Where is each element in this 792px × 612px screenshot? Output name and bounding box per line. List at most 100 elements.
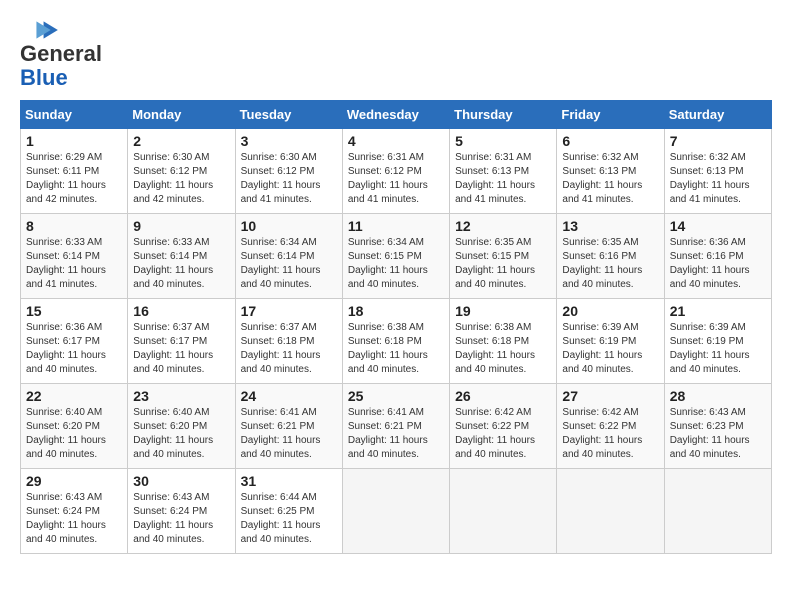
- day-info: Sunrise: 6:39 AMSunset: 6:19 PMDaylight:…: [670, 322, 750, 375]
- calendar-cell: 12 Sunrise: 6:35 AMSunset: 6:15 PMDaylig…: [450, 214, 557, 299]
- calendar-cell: 13 Sunrise: 6:35 AMSunset: 6:16 PMDaylig…: [557, 214, 664, 299]
- day-info: Sunrise: 6:34 AMSunset: 6:14 PMDaylight:…: [241, 237, 321, 290]
- calendar-header-row: SundayMondayTuesdayWednesdayThursdayFrid…: [21, 101, 772, 129]
- calendar-cell: 2 Sunrise: 6:30 AMSunset: 6:12 PMDayligh…: [128, 129, 235, 214]
- calendar-cell: 4 Sunrise: 6:31 AMSunset: 6:12 PMDayligh…: [342, 129, 449, 214]
- calendar-week-4: 22 Sunrise: 6:40 AMSunset: 6:20 PMDaylig…: [21, 384, 772, 469]
- day-info: Sunrise: 6:38 AMSunset: 6:18 PMDaylight:…: [348, 322, 428, 375]
- calendar-cell: [342, 469, 449, 554]
- day-info: Sunrise: 6:40 AMSunset: 6:20 PMDaylight:…: [26, 407, 106, 460]
- calendar-cell: 21 Sunrise: 6:39 AMSunset: 6:19 PMDaylig…: [664, 299, 771, 384]
- day-info: Sunrise: 6:39 AMSunset: 6:19 PMDaylight:…: [562, 322, 642, 375]
- day-info: Sunrise: 6:33 AMSunset: 6:14 PMDaylight:…: [26, 237, 106, 290]
- day-info: Sunrise: 6:31 AMSunset: 6:13 PMDaylight:…: [455, 152, 535, 205]
- day-info: Sunrise: 6:40 AMSunset: 6:20 PMDaylight:…: [133, 407, 213, 460]
- calendar-cell: 15 Sunrise: 6:36 AMSunset: 6:17 PMDaylig…: [21, 299, 128, 384]
- logo-icon: [20, 20, 60, 40]
- page-header: GeneralBlue: [20, 20, 772, 90]
- day-number: 1: [26, 133, 122, 149]
- calendar-week-2: 8 Sunrise: 6:33 AMSunset: 6:14 PMDayligh…: [21, 214, 772, 299]
- day-info: Sunrise: 6:33 AMSunset: 6:14 PMDaylight:…: [133, 237, 213, 290]
- day-number: 17: [241, 303, 337, 319]
- day-number: 9: [133, 218, 229, 234]
- day-info: Sunrise: 6:37 AMSunset: 6:17 PMDaylight:…: [133, 322, 213, 375]
- calendar-week-3: 15 Sunrise: 6:36 AMSunset: 6:17 PMDaylig…: [21, 299, 772, 384]
- calendar-cell: 1 Sunrise: 6:29 AMSunset: 6:11 PMDayligh…: [21, 129, 128, 214]
- day-number: 13: [562, 218, 658, 234]
- calendar-cell: 17 Sunrise: 6:37 AMSunset: 6:18 PMDaylig…: [235, 299, 342, 384]
- calendar-cell: 10 Sunrise: 6:34 AMSunset: 6:14 PMDaylig…: [235, 214, 342, 299]
- day-number: 23: [133, 388, 229, 404]
- calendar-cell: 16 Sunrise: 6:37 AMSunset: 6:17 PMDaylig…: [128, 299, 235, 384]
- day-number: 31: [241, 473, 337, 489]
- calendar-week-1: 1 Sunrise: 6:29 AMSunset: 6:11 PMDayligh…: [21, 129, 772, 214]
- day-number: 4: [348, 133, 444, 149]
- day-info: Sunrise: 6:42 AMSunset: 6:22 PMDaylight:…: [455, 407, 535, 460]
- day-number: 7: [670, 133, 766, 149]
- calendar-cell: 23 Sunrise: 6:40 AMSunset: 6:20 PMDaylig…: [128, 384, 235, 469]
- calendar-cell: 3 Sunrise: 6:30 AMSunset: 6:12 PMDayligh…: [235, 129, 342, 214]
- calendar-cell: 29 Sunrise: 6:43 AMSunset: 6:24 PMDaylig…: [21, 469, 128, 554]
- logo: GeneralBlue: [20, 20, 102, 90]
- day-info: Sunrise: 6:43 AMSunset: 6:24 PMDaylight:…: [26, 492, 106, 545]
- day-number: 12: [455, 218, 551, 234]
- col-header-sunday: Sunday: [21, 101, 128, 129]
- calendar-cell: 19 Sunrise: 6:38 AMSunset: 6:18 PMDaylig…: [450, 299, 557, 384]
- day-info: Sunrise: 6:31 AMSunset: 6:12 PMDaylight:…: [348, 152, 428, 205]
- day-number: 2: [133, 133, 229, 149]
- day-info: Sunrise: 6:32 AMSunset: 6:13 PMDaylight:…: [670, 152, 750, 205]
- col-header-wednesday: Wednesday: [342, 101, 449, 129]
- col-header-thursday: Thursday: [450, 101, 557, 129]
- calendar-cell: 9 Sunrise: 6:33 AMSunset: 6:14 PMDayligh…: [128, 214, 235, 299]
- day-info: Sunrise: 6:30 AMSunset: 6:12 PMDaylight:…: [133, 152, 213, 205]
- col-header-saturday: Saturday: [664, 101, 771, 129]
- day-number: 8: [26, 218, 122, 234]
- day-number: 24: [241, 388, 337, 404]
- calendar-cell: 30 Sunrise: 6:43 AMSunset: 6:24 PMDaylig…: [128, 469, 235, 554]
- day-info: Sunrise: 6:43 AMSunset: 6:24 PMDaylight:…: [133, 492, 213, 545]
- calendar-cell: 28 Sunrise: 6:43 AMSunset: 6:23 PMDaylig…: [664, 384, 771, 469]
- day-info: Sunrise: 6:38 AMSunset: 6:18 PMDaylight:…: [455, 322, 535, 375]
- day-number: 28: [670, 388, 766, 404]
- day-info: Sunrise: 6:42 AMSunset: 6:22 PMDaylight:…: [562, 407, 642, 460]
- calendar-week-5: 29 Sunrise: 6:43 AMSunset: 6:24 PMDaylig…: [21, 469, 772, 554]
- day-info: Sunrise: 6:30 AMSunset: 6:12 PMDaylight:…: [241, 152, 321, 205]
- calendar-cell: 6 Sunrise: 6:32 AMSunset: 6:13 PMDayligh…: [557, 129, 664, 214]
- day-number: 29: [26, 473, 122, 489]
- day-number: 25: [348, 388, 444, 404]
- day-info: Sunrise: 6:37 AMSunset: 6:18 PMDaylight:…: [241, 322, 321, 375]
- day-number: 26: [455, 388, 551, 404]
- day-info: Sunrise: 6:36 AMSunset: 6:16 PMDaylight:…: [670, 237, 750, 290]
- calendar-cell: 27 Sunrise: 6:42 AMSunset: 6:22 PMDaylig…: [557, 384, 664, 469]
- day-info: Sunrise: 6:36 AMSunset: 6:17 PMDaylight:…: [26, 322, 106, 375]
- logo-text: GeneralBlue: [20, 41, 102, 90]
- calendar-table: SundayMondayTuesdayWednesdayThursdayFrid…: [20, 100, 772, 554]
- day-info: Sunrise: 6:35 AMSunset: 6:16 PMDaylight:…: [562, 237, 642, 290]
- day-number: 19: [455, 303, 551, 319]
- calendar-cell: 8 Sunrise: 6:33 AMSunset: 6:14 PMDayligh…: [21, 214, 128, 299]
- day-number: 10: [241, 218, 337, 234]
- day-number: 21: [670, 303, 766, 319]
- day-number: 3: [241, 133, 337, 149]
- calendar-cell: 31 Sunrise: 6:44 AMSunset: 6:25 PMDaylig…: [235, 469, 342, 554]
- day-number: 22: [26, 388, 122, 404]
- day-info: Sunrise: 6:44 AMSunset: 6:25 PMDaylight:…: [241, 492, 321, 545]
- day-info: Sunrise: 6:41 AMSunset: 6:21 PMDaylight:…: [348, 407, 428, 460]
- calendar-cell: 11 Sunrise: 6:34 AMSunset: 6:15 PMDaylig…: [342, 214, 449, 299]
- col-header-monday: Monday: [128, 101, 235, 129]
- day-number: 11: [348, 218, 444, 234]
- day-number: 14: [670, 218, 766, 234]
- calendar-cell: [664, 469, 771, 554]
- calendar-cell: 24 Sunrise: 6:41 AMSunset: 6:21 PMDaylig…: [235, 384, 342, 469]
- day-number: 15: [26, 303, 122, 319]
- calendar-cell: [557, 469, 664, 554]
- day-number: 6: [562, 133, 658, 149]
- calendar-cell: 7 Sunrise: 6:32 AMSunset: 6:13 PMDayligh…: [664, 129, 771, 214]
- calendar-cell: 22 Sunrise: 6:40 AMSunset: 6:20 PMDaylig…: [21, 384, 128, 469]
- day-info: Sunrise: 6:29 AMSunset: 6:11 PMDaylight:…: [26, 152, 106, 205]
- day-number: 18: [348, 303, 444, 319]
- day-number: 5: [455, 133, 551, 149]
- calendar-cell: 26 Sunrise: 6:42 AMSunset: 6:22 PMDaylig…: [450, 384, 557, 469]
- col-header-tuesday: Tuesday: [235, 101, 342, 129]
- col-header-friday: Friday: [557, 101, 664, 129]
